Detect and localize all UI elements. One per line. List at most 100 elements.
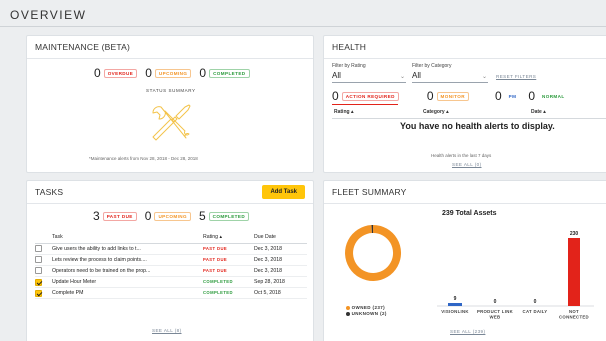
health-col-date-label: Date — [531, 109, 542, 115]
normal-count: 0 — [528, 89, 536, 103]
bar-3[interactable] — [568, 238, 580, 306]
tasks-see-all-link[interactable]: SEE ALL (8) — [152, 328, 182, 333]
filter-category-value[interactable]: All — [412, 71, 421, 80]
task-due-date: Dec 3, 2018 — [254, 254, 307, 266]
fleet-see-all-link[interactable]: SEE ALL (239) — [450, 329, 485, 334]
bar-category-label: CONNECTED — [559, 315, 589, 320]
filter-rating-underline — [332, 82, 406, 83]
bar-category-label: PRODUCT LINK — [477, 309, 514, 314]
task-checkbox-cell — [35, 276, 52, 289]
maintenance-divider — [27, 58, 313, 59]
chevron-down-icon[interactable]: ⌄ — [482, 73, 487, 80]
filter-rating-value[interactable]: All — [332, 71, 341, 80]
task-status-badge: COMPLETED — [203, 279, 233, 285]
bar-value-label: 230 — [570, 231, 579, 237]
health-see-all-link[interactable]: SEE ALL (0) — [452, 162, 482, 167]
maintenance-counts: 0 OVERDUE 0 UPCOMING 0 COMPLETED — [94, 66, 258, 80]
legend-unknown-label: UNKNOWN (2) — [351, 311, 387, 316]
tasks-col-rating[interactable]: Rating ▴ — [203, 232, 254, 244]
past-due-badge[interactable]: PAST DUE — [102, 211, 137, 221]
completed-badge[interactable]: COMPLETED — [209, 68, 250, 78]
fleet-chart: 9 VISIONLINK 0 PRODUCT LINKWEB 0 CAT DAILY 230… — [345, 224, 594, 320]
legend-unknown[interactable]: UNKNOWN (2) — [346, 311, 387, 316]
completed-count: 0 — [199, 66, 207, 80]
upcoming-count: 0 — [145, 66, 152, 80]
chevron-down-icon[interactable]: ⌄ — [400, 73, 405, 80]
checkbox-col-header — [35, 232, 52, 244]
health-divider — [324, 58, 606, 59]
maintenance-title: MAINTENANCE (BETA) — [35, 42, 131, 52]
health-card: HEALTH Filter by Rating All ⌄ Filter by … — [323, 35, 606, 173]
task-rating-cell: COMPLETED — [203, 276, 254, 289]
task-name[interactable]: Give users the ability to add links to t… — [52, 243, 203, 255]
upcoming-count: 0 — [144, 209, 152, 223]
action-required-badge[interactable]: ACTION REQUIRED — [341, 91, 399, 101]
table-row[interactable]: Complete PM COMPLETED Oct 5, 2018 — [35, 287, 307, 300]
tasks-card: TASKS Add Task 3 PAST DUE 0 UPCOMING 5 C… — [26, 180, 314, 341]
tasks-col-rating-label: Rating — [203, 234, 218, 241]
task-name[interactable]: Operators need to be trained on the prop… — [52, 265, 203, 278]
bar-0[interactable] — [448, 303, 462, 306]
page-title-divider — [0, 26, 606, 27]
task-checkbox[interactable] — [35, 289, 42, 297]
table-row[interactable]: Operators need to be trained on the prop… — [35, 265, 307, 278]
overdue-badge[interactable]: OVERDUE — [103, 68, 138, 78]
upcoming-badge[interactable]: UPCOMING — [154, 68, 192, 78]
task-checkbox[interactable] — [35, 267, 42, 275]
bar-category-label: VISIONLINK — [441, 309, 469, 314]
task-checkbox[interactable] — [35, 245, 42, 253]
monitor-badge[interactable]: MONITOR — [436, 91, 469, 101]
table-row[interactable]: Lets review the process to claim points.… — [35, 254, 307, 266]
table-row[interactable]: Give users the ability to add links to t… — [35, 243, 307, 255]
task-checkbox-cell — [35, 254, 52, 266]
upcoming-badge[interactable]: UPCOMING — [154, 211, 191, 221]
tasks-title: TASKS — [35, 187, 64, 197]
sort-icon: ▴ — [350, 109, 354, 115]
tasks-col-due[interactable]: Due Date — [254, 232, 307, 244]
task-rating-cell: PAST DUE — [203, 243, 254, 255]
task-name[interactable]: Update Hour Meter — [52, 276, 203, 289]
task-due-date: Dec 3, 2018 — [254, 243, 307, 255]
health-col-rating[interactable]: Rating ▴ — [334, 109, 353, 115]
filter-category-label: Filter by Category — [412, 63, 452, 69]
task-due-date: Dec 3, 2018 — [254, 265, 307, 278]
legend-owned[interactable]: OWNED (237) — [346, 305, 385, 310]
tasks-table: Task Rating ▴ Due Date Give users the ab… — [35, 232, 307, 300]
table-row[interactable]: Update Hour Meter COMPLETED Sep 28, 2018 — [35, 276, 307, 289]
pm-badge[interactable]: PM — [505, 92, 521, 101]
legend-owned-label: OWNED (237) — [351, 305, 386, 310]
bar-value-label: 0 — [494, 299, 497, 305]
sort-icon: ▴ — [446, 109, 449, 115]
health-col-category-label: Category — [423, 109, 445, 115]
wrench-screwdriver-icon — [152, 104, 191, 141]
sort-up-icon: ▴ — [219, 234, 223, 241]
add-task-button[interactable]: Add Task — [262, 185, 305, 199]
task-name[interactable]: Complete PM — [52, 287, 203, 300]
action-required-count: 0 — [332, 89, 339, 103]
task-status-badge: PAST DUE — [203, 256, 228, 262]
bar-category-label: NOT — [569, 309, 579, 314]
legend-unknown-swatch — [346, 311, 350, 316]
overdue-count: 0 — [94, 66, 101, 80]
filter-category-underline — [412, 82, 488, 83]
filter-rating-label: Filter by Rating — [332, 63, 366, 69]
task-checkbox[interactable] — [35, 278, 42, 286]
maintenance-footnote: *Maintenance alerts from Nov 28, 2018 - … — [89, 156, 198, 161]
pm-count: 0 — [494, 89, 502, 103]
tasks-col-task[interactable]: Task — [52, 232, 203, 244]
bar-value-label: 0 — [534, 299, 537, 305]
normal-badge[interactable]: NORMAL — [538, 92, 569, 101]
task-status-badge: PAST DUE — [203, 245, 228, 251]
bar-category-label: CAT DAILY — [523, 309, 548, 314]
task-checkbox[interactable] — [35, 256, 42, 264]
tasks-divider — [27, 203, 313, 204]
task-name[interactable]: Lets review the process to claim points.… — [52, 254, 203, 266]
health-col-category[interactable]: Category ▴ — [423, 109, 449, 115]
health-col-date[interactable]: Date ▴ — [531, 109, 546, 115]
reset-filters-link[interactable]: RESET FILTERS — [496, 74, 536, 79]
page-title: OVERVIEW — [10, 8, 87, 22]
task-checkbox-cell — [35, 287, 52, 300]
completed-badge[interactable]: COMPLETED — [208, 211, 250, 221]
pie-slice-owned[interactable] — [345, 224, 402, 281]
task-rating-cell: COMPLETED — [203, 287, 254, 300]
